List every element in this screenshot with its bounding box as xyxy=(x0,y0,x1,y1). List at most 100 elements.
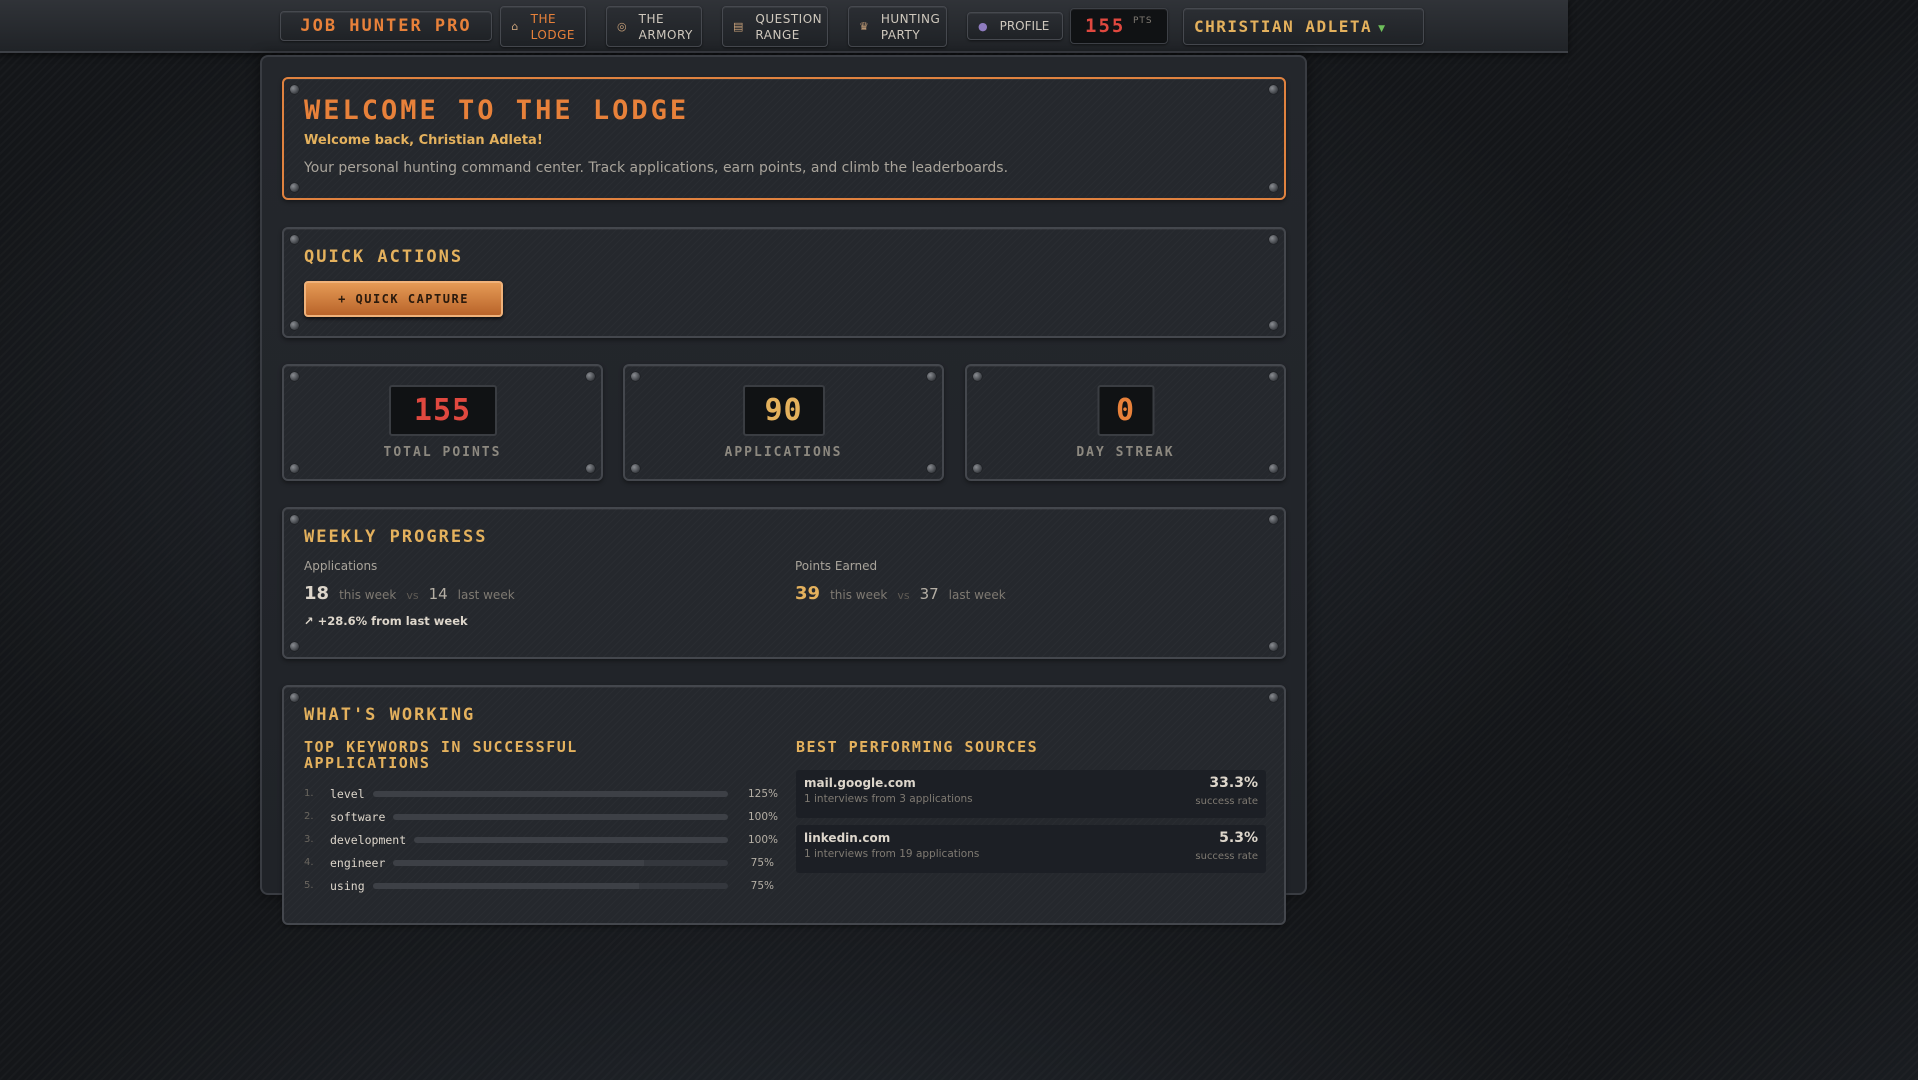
stat-value: 155 xyxy=(388,385,497,436)
section-title: WHAT'S WORKING xyxy=(304,705,476,725)
stat-applications: 90 APPLICATIONS xyxy=(623,364,944,481)
nav-label-line2: ARMORY xyxy=(638,27,693,42)
keyword-text: level xyxy=(330,786,365,801)
weekly-progress-card: WEEKLY PROGRESS Applications 18 this wee… xyxy=(282,507,1286,659)
quick-capture-button[interactable]: + QUICK CAPTURE xyxy=(304,281,503,317)
user-menu-dropdown[interactable]: CHRISTIAN ADLETA ▼ xyxy=(1183,8,1424,45)
keyword-bar-fill xyxy=(414,836,728,843)
rivet-decoration xyxy=(290,464,299,473)
rivet-decoration xyxy=(586,464,595,473)
stat-label: APPLICATIONS xyxy=(724,445,843,460)
welcome-description: Your personal hunting command center. Tr… xyxy=(304,160,1009,176)
rivet-decoration xyxy=(1269,183,1278,192)
keyword-percent: 100% xyxy=(748,833,779,846)
keyword-percent: 75% xyxy=(750,856,774,869)
rivet-decoration xyxy=(631,464,640,473)
source-meta: 1 interviews from 3 applications xyxy=(804,793,973,805)
profile-label: PROFILE xyxy=(999,19,1050,33)
rivet-decoration xyxy=(973,372,982,381)
nav-the-armory[interactable]: ◎ THE ARMORY xyxy=(606,6,702,47)
weekly-delta: ↗ +28.6% from last week xyxy=(304,614,468,628)
keyword-bar xyxy=(372,790,728,797)
trophy-icon: ♛ xyxy=(859,20,869,33)
keyword-percent: 100% xyxy=(748,810,779,823)
rivet-decoration xyxy=(290,372,299,381)
points-counter: 155 PTS xyxy=(1070,8,1168,44)
keyword-bar-fill xyxy=(393,859,645,866)
nav-question-range[interactable]: ▤ QUESTION RANGE xyxy=(722,6,828,47)
rivet-decoration xyxy=(1269,693,1278,702)
source-row: mail.google.com 1 interviews from 3 appli… xyxy=(796,770,1266,818)
keyword-percent: 75% xyxy=(750,879,774,892)
nav-label-line1: QUESTION xyxy=(755,11,823,26)
target-icon: ◎ xyxy=(617,20,627,33)
vs-label: vs xyxy=(406,589,419,602)
source-host: mail.google.com xyxy=(804,776,916,790)
rivet-decoration xyxy=(290,515,299,524)
last-week-value: 37 xyxy=(919,585,939,603)
brand-logo[interactable]: JOB HUNTER PRO xyxy=(280,11,492,41)
quick-actions-card: QUICK ACTIONS + QUICK CAPTURE xyxy=(282,227,1286,338)
rivet-decoration xyxy=(290,85,299,94)
keyword-bar-fill xyxy=(372,790,728,797)
weekly-points: Points Earned 39 this week vs 37 last we… xyxy=(795,559,1006,604)
rivet-decoration xyxy=(1269,372,1278,381)
user-icon: ● xyxy=(978,19,988,33)
nav-label-line1: HUNTING xyxy=(880,11,941,26)
keyword-list: 1. level 125% 2. software 100% 3. development 10… xyxy=(304,782,779,897)
rivet-decoration xyxy=(927,372,936,381)
source-host: linkedin.com xyxy=(804,831,891,845)
vs-label: vs xyxy=(897,589,910,602)
whats-working-card: WHAT'S WORKING TOP KEYWORDS IN SUCCESSFU… xyxy=(282,685,1286,925)
rivet-decoration xyxy=(1269,464,1278,473)
stat-value: 90 xyxy=(742,385,825,436)
chevron-down-icon: ▼ xyxy=(1378,23,1386,34)
keyword-bar xyxy=(372,882,728,889)
welcome-subtitle: Welcome back, Christian Adleta! xyxy=(304,133,543,148)
main-panel: WELCOME TO THE LODGE Welcome back, Chris… xyxy=(260,55,1307,925)
clipboard-icon: ▤ xyxy=(733,20,744,33)
page-title: WELCOME TO THE LODGE xyxy=(304,95,690,126)
keyword-rank: 3. xyxy=(304,834,314,845)
welcome-card: WELCOME TO THE LODGE Welcome back, Chris… xyxy=(282,77,1286,200)
rivet-decoration xyxy=(1269,235,1278,244)
rivet-decoration xyxy=(927,464,936,473)
stat-total-points: 155 TOTAL POINTS xyxy=(282,364,603,481)
weekly-applications: Applications 18 this week vs 14 last wee… xyxy=(304,559,515,628)
source-row: linkedin.com 1 interviews from 19 applica… xyxy=(796,825,1266,873)
points-value: 155 xyxy=(1085,15,1126,37)
last-week-value: 14 xyxy=(428,585,448,603)
user-name: CHRISTIAN ADLETA xyxy=(1194,17,1373,36)
stat-label: DAY STREAK xyxy=(1076,445,1175,460)
keyword-text: development xyxy=(330,832,407,847)
keyword-bar xyxy=(393,859,728,866)
nav-label-line1: THE xyxy=(638,11,665,26)
source-rate-label: success rate xyxy=(1195,796,1258,807)
source-list: mail.google.com 1 interviews from 3 appli… xyxy=(796,770,1266,880)
keyword-text: engineer xyxy=(330,855,386,870)
rivet-decoration xyxy=(290,183,299,192)
source-rate-label: success rate xyxy=(1195,851,1258,862)
rivet-decoration xyxy=(1269,321,1278,330)
weekly-heading: Applications xyxy=(304,559,378,573)
section-title: WEEKLY PROGRESS xyxy=(304,527,488,547)
rivet-decoration xyxy=(1269,642,1278,651)
keyword-rank: 2. xyxy=(304,811,314,822)
keyword-bar xyxy=(393,813,728,820)
nav-the-lodge[interactable]: ⌂ THE LODGE xyxy=(500,6,586,47)
source-meta: 1 interviews from 19 applications xyxy=(804,848,980,860)
nav-label-line2: LODGE xyxy=(530,27,575,42)
nav-profile[interactable]: ● PROFILE xyxy=(967,12,1063,40)
source-rate: 33.3% xyxy=(1209,775,1258,791)
rivet-decoration xyxy=(1269,85,1278,94)
rivet-decoration xyxy=(586,372,595,381)
keyword-percent: 125% xyxy=(748,787,779,800)
this-week-label: this week xyxy=(339,588,397,602)
this-week-label: this week xyxy=(830,588,888,602)
rivet-decoration xyxy=(290,693,299,702)
top-navbar: JOB HUNTER PRO ⌂ THE LODGE ◎ THE ARMORY ▤ … xyxy=(0,0,1568,53)
rivet-decoration xyxy=(290,642,299,651)
nav-hunting-party[interactable]: ♛ HUNTING PARTY xyxy=(848,6,947,47)
keyword-rank: 1. xyxy=(304,788,314,799)
keyword-row: 2. software 100% xyxy=(304,805,779,828)
